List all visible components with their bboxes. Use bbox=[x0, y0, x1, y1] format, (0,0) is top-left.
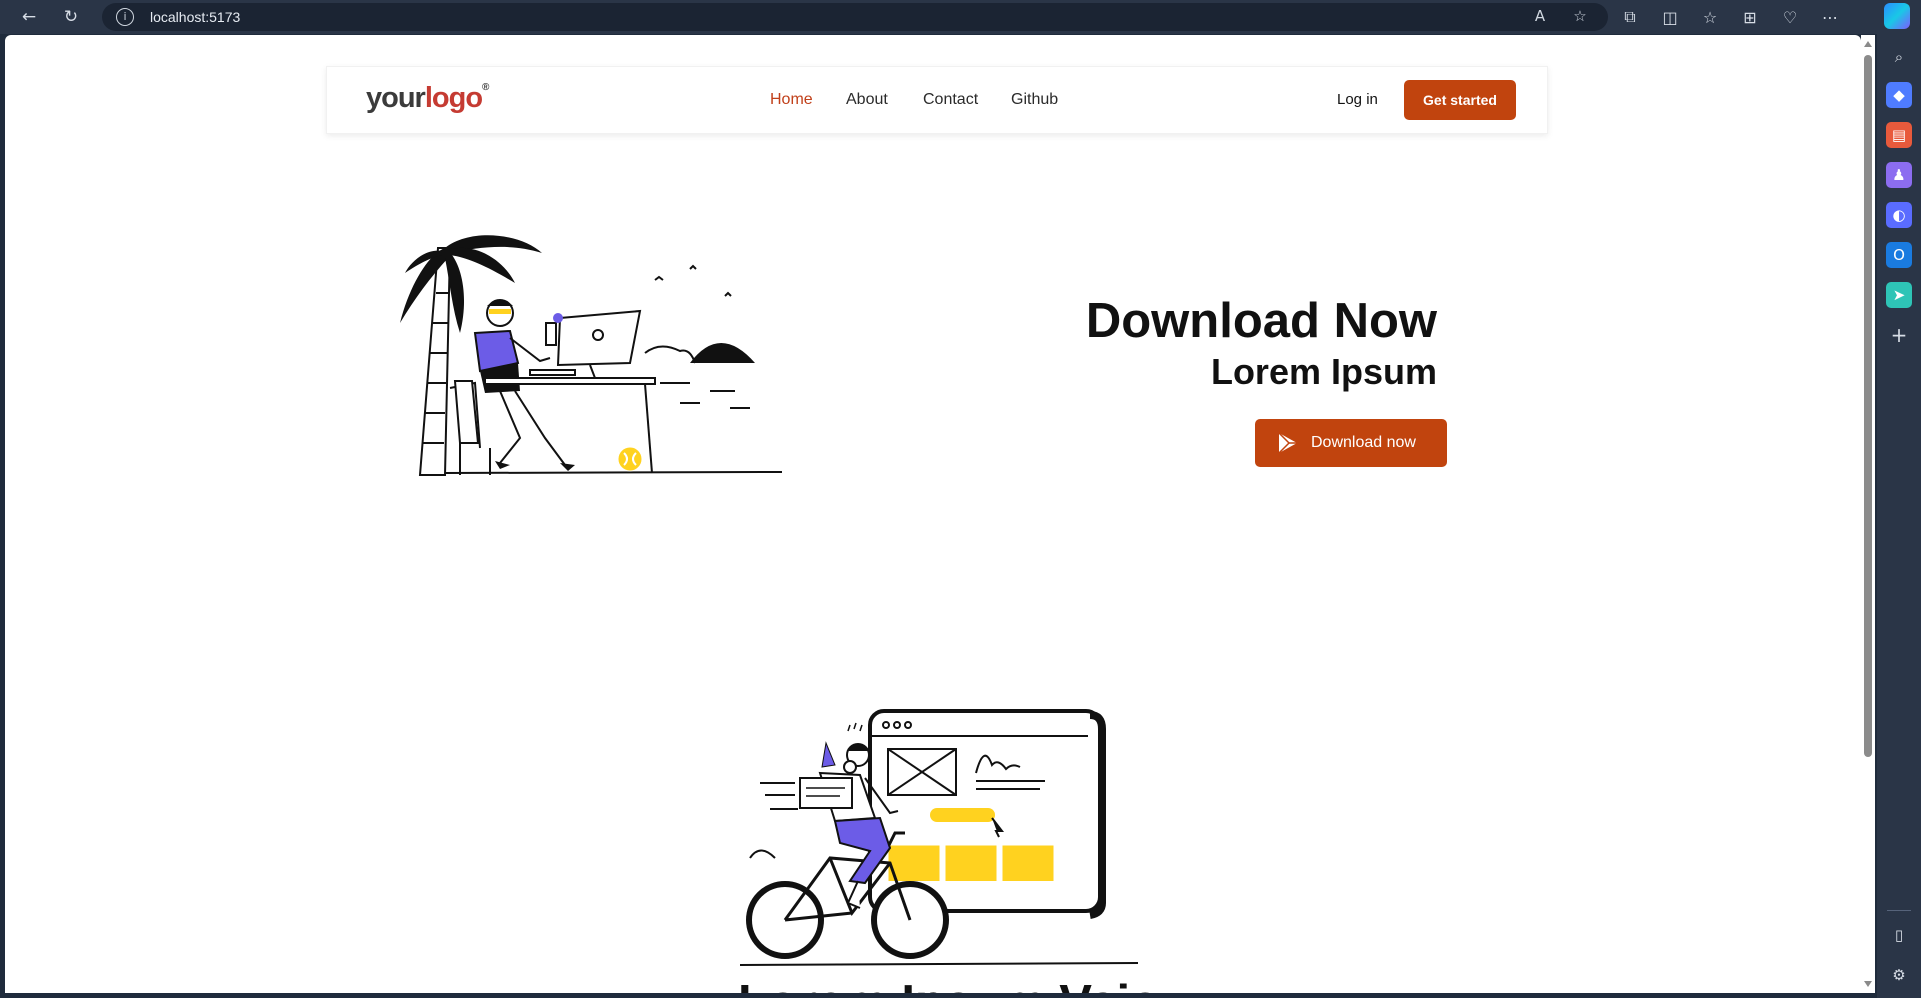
copilot-sidebar-icon[interactable]: ◐ bbox=[1886, 202, 1912, 228]
nav-github[interactable]: Github bbox=[1011, 91, 1058, 109]
address-bar[interactable]: i localhost:5173 A ☆ bbox=[102, 3, 1608, 31]
download-now-label: Download now bbox=[1311, 434, 1416, 451]
back-icon[interactable]: ← bbox=[16, 4, 42, 30]
collections-icon[interactable]: ⊞ bbox=[1737, 4, 1763, 30]
scroll-up-arrow[interactable] bbox=[1864, 41, 1872, 47]
get-started-button[interactable]: Get started bbox=[1404, 80, 1516, 120]
hero-title: Download Now bbox=[1085, 294, 1437, 348]
beach-work-illustration bbox=[400, 235, 782, 476]
page-viewport: yourlogo® Home About Contact Github Log … bbox=[5, 35, 1861, 993]
url-text: localhost:5173 bbox=[150, 9, 241, 25]
hero-subtitle: Lorem Ipsum bbox=[1210, 351, 1437, 392]
logo-registered-mark: ® bbox=[482, 82, 490, 93]
nav-contact[interactable]: Contact bbox=[923, 91, 978, 109]
outlook-icon[interactable]: O bbox=[1886, 242, 1912, 268]
scroll-down-arrow[interactable] bbox=[1864, 981, 1872, 987]
favorite-star-icon[interactable]: ☆ bbox=[1570, 7, 1590, 27]
split-screen-icon[interactable]: ◫ bbox=[1657, 4, 1683, 30]
sidebar-divider bbox=[1887, 910, 1911, 911]
send-icon[interactable]: ➤ bbox=[1886, 282, 1912, 308]
favorites-icon[interactable]: ☆ bbox=[1697, 4, 1723, 30]
download-now-button[interactable]: Download now bbox=[1255, 419, 1447, 467]
shopping-tag-icon[interactable]: ◆ bbox=[1886, 82, 1912, 108]
settings-icon[interactable]: ⚙ bbox=[1886, 962, 1912, 988]
browser-toolbar: ← ↻ i localhost:5173 A ☆ ⧉ ◫ ☆ ⊞ ♡ ⋯ bbox=[0, 0, 1921, 34]
logo-text-your: your bbox=[366, 82, 426, 114]
page-scrollbar[interactable] bbox=[1861, 35, 1875, 993]
bike-web-illustration bbox=[740, 709, 1138, 966]
copilot-icon[interactable] bbox=[1884, 3, 1910, 29]
games-icon[interactable]: ♟ bbox=[1886, 162, 1912, 188]
more-icon[interactable]: ⋯ bbox=[1817, 4, 1843, 30]
performance-icon[interactable]: ♡ bbox=[1777, 4, 1803, 30]
search-icon[interactable]: ⌕ bbox=[1886, 44, 1912, 70]
scrollbar-thumb[interactable] bbox=[1864, 55, 1872, 757]
extensions-icon[interactable]: ⧉ bbox=[1617, 4, 1643, 30]
toolbar-icons: ⧉ ◫ ☆ ⊞ ♡ ⋯ bbox=[1617, 4, 1843, 30]
site-info-icon[interactable]: i bbox=[116, 8, 134, 26]
read-aloud-icon[interactable]: A bbox=[1530, 7, 1550, 27]
logo-text-logo: logo bbox=[424, 82, 483, 114]
sidebar-layout-icon[interactable]: ▯ bbox=[1886, 922, 1912, 948]
login-link[interactable]: Log in bbox=[1337, 91, 1378, 108]
play-store-icon bbox=[1278, 432, 1297, 454]
toolbox-icon[interactable]: ▤ bbox=[1886, 122, 1912, 148]
nav-about[interactable]: About bbox=[846, 91, 888, 109]
site-logo[interactable]: yourlogo® bbox=[366, 82, 489, 115]
browser-sidebar: ⌕ ◆ ▤ ♟ ◐ O ➤ + ▯ ⚙ bbox=[1877, 34, 1921, 998]
nav-home[interactable]: Home bbox=[770, 91, 813, 109]
refresh-icon[interactable]: ↻ bbox=[58, 4, 84, 30]
site-header: yourlogo® Home About Contact Github Log … bbox=[326, 66, 1548, 134]
section-title: Lorem Ipsum Vaio bbox=[738, 975, 1160, 993]
add-icon[interactable]: + bbox=[1886, 322, 1912, 348]
